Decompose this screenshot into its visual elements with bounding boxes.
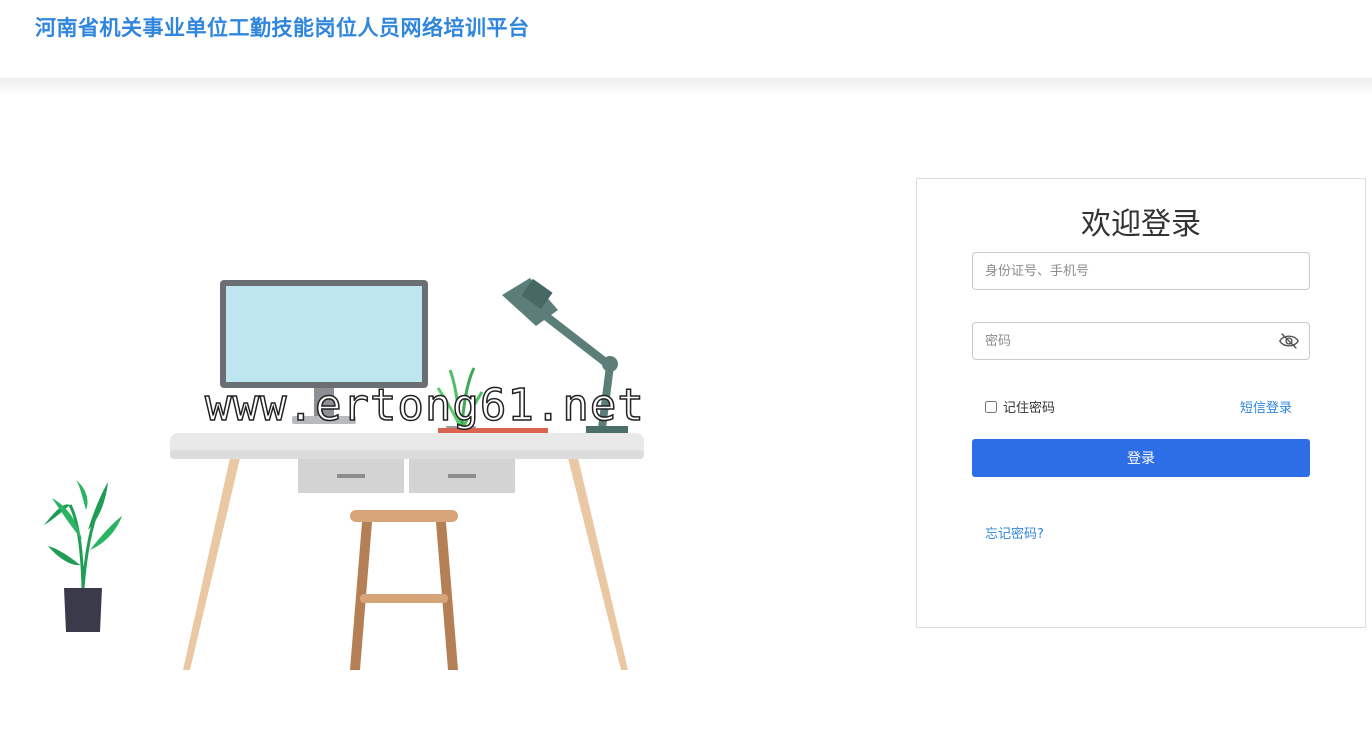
remember-checkbox[interactable] [985, 400, 997, 413]
desk-drawers [298, 459, 515, 493]
forgot-password-link[interactable]: 忘记密码? [985, 523, 1044, 542]
desk-legs [183, 458, 628, 670]
potted-plant-icon [44, 480, 122, 632]
site-title: 河南省机关事业单位工勤技能岗位人员网络培训平台 [35, 16, 530, 40]
password-field[interactable] [972, 322, 1310, 360]
eye-off-icon[interactable] [1278, 331, 1300, 351]
username-input[interactable] [973, 253, 1309, 289]
password-input[interactable] [973, 323, 1309, 359]
page-header: 河南省机关事业单位工勤技能岗位人员网络培训平台 [0, 0, 1372, 80]
stool-icon [350, 510, 458, 670]
login-title: 欢迎登录 [1081, 207, 1201, 242]
username-field[interactable] [972, 252, 1310, 290]
remember-password[interactable]: 记住密码 [985, 397, 1055, 416]
watermark-text: www.ertong61.net [204, 379, 645, 432]
sms-login-link[interactable]: 短信登录 [1240, 397, 1292, 416]
desk-illustration [44, 278, 644, 670]
header-divider [0, 78, 1372, 96]
login-panel: 欢迎登录 记住密码 短信登录 登录 忘记密码? [916, 178, 1366, 628]
remember-label: 记住密码 [1003, 401, 1056, 416]
login-button[interactable]: 登录 [972, 439, 1310, 477]
